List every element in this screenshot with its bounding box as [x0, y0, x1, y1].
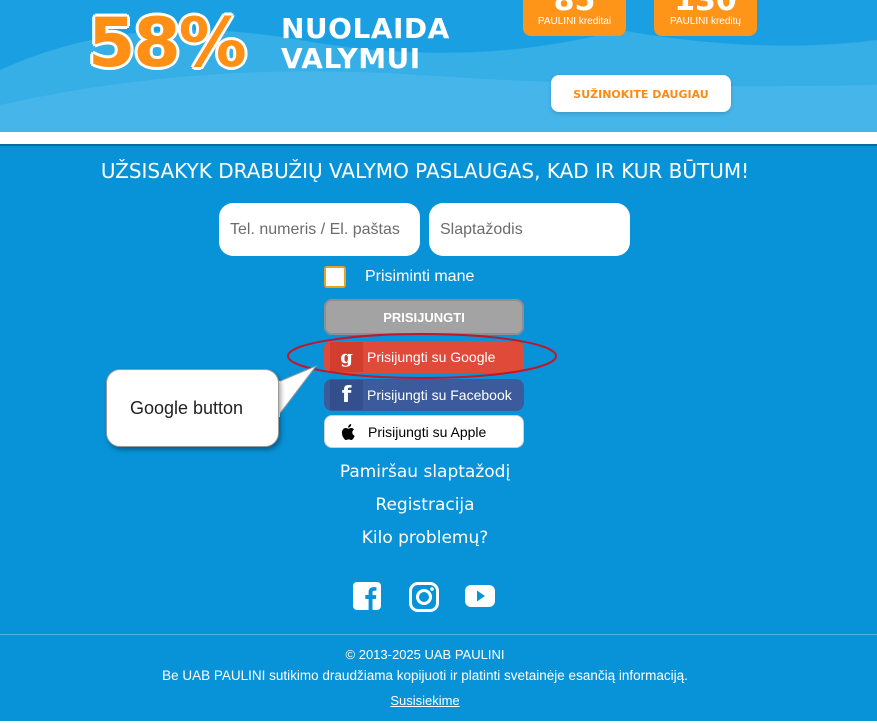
banner-title-line2: VALYMUI — [281, 42, 421, 75]
banner-divider — [0, 132, 877, 144]
credit-badge-label: PAULINI kreditai — [537, 16, 612, 27]
instagram-icon[interactable] — [408, 581, 442, 613]
learn-more-button[interactable]: SUŽINOKITE DAUGIAU — [551, 75, 731, 112]
credit-badge-130: 130 PAULINI kreditų — [654, 0, 757, 36]
registration-link[interactable]: Registracija — [0, 495, 850, 515]
facebook-icon[interactable] — [352, 581, 386, 613]
remember-me[interactable]: Prisiminti mane — [324, 265, 474, 289]
header-divider-line — [0, 144, 877, 146]
youtube-icon[interactable] — [464, 581, 498, 613]
apple-login-button[interactable]: Prisijungti su Apple — [324, 415, 524, 448]
banner-title-line1: NUOLAIDA — [281, 12, 450, 45]
remember-me-label: Prisiminti mane — [365, 268, 475, 285]
remember-me-checkbox[interactable] — [324, 266, 346, 288]
facebook-icon: f — [330, 380, 363, 410]
credit-badge-number: 130 — [674, 0, 737, 18]
callout-text: Google button — [129, 397, 244, 418]
problems-link[interactable]: Kilo problemų? — [0, 528, 850, 548]
callout-pointer — [270, 364, 318, 418]
credit-badge-number: 85 — [553, 0, 596, 18]
facebook-login-button[interactable]: f Prisijungti su Facebook — [324, 379, 524, 411]
apple-login-label: Prisijungti su Apple — [368, 423, 487, 440]
credit-badge-85: 85 PAULINI kreditai — [523, 0, 626, 36]
banner-title: NUOLAIDA VALYMUI — [281, 14, 450, 74]
annotation-callout: Google button — [106, 369, 279, 447]
copyright-notice: Be UAB PAULINI sutikimo draudžiama kopij… — [162, 668, 688, 683]
copyright-text: © 2013-2025 UAB PAULINI — [345, 647, 505, 662]
facebook-login-label: Prisijungti su Facebook — [367, 387, 512, 403]
forgot-password-link[interactable]: Pamiršau slaptažodį — [0, 462, 850, 482]
social-icons — [352, 581, 498, 613]
footer-divider — [0, 634, 877, 635]
credit-badge-label: PAULINI kreditų — [670, 16, 741, 27]
contact-link[interactable]: Susisiekime — [0, 693, 850, 708]
password-input[interactable] — [429, 203, 630, 256]
login-button[interactable]: PRISIJUNGTI — [324, 299, 524, 335]
promo-banner: 58% NUOLAIDA VALYMUI 85 PAULINI kreditai… — [0, 0, 877, 132]
discount-percent: 58% — [88, 4, 247, 83]
apple-icon — [331, 417, 364, 446]
page-bottom-edge — [0, 721, 877, 725]
phone-email-input[interactable] — [219, 203, 420, 256]
page-headline: UŽSISAKYK DRABUŽIŲ VALYMO PASLAUGAS, KAD… — [100, 159, 750, 183]
